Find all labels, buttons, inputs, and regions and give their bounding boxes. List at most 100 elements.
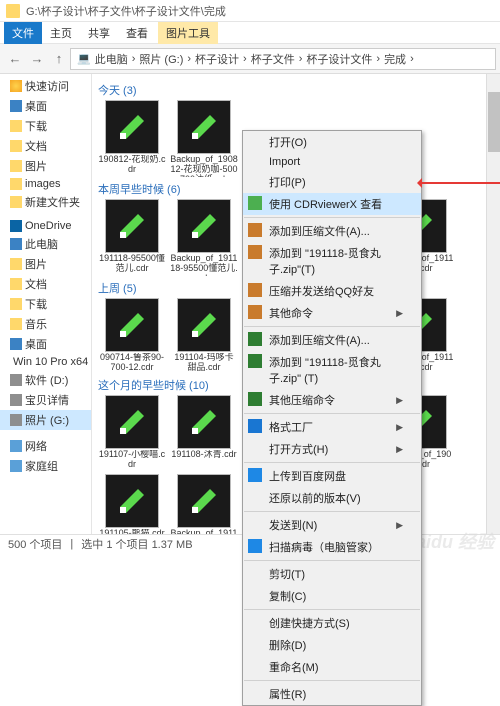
separator (244, 680, 420, 681)
separator (244, 217, 420, 218)
ctx-other-compress[interactable]: 其他压缩命令▶ (243, 389, 421, 411)
file-item[interactable]: Backup_of_191105-熊猫.cdr (170, 474, 238, 534)
ctx-properties[interactable]: 属性(R) (243, 683, 421, 705)
file-item[interactable]: 191104-玛哆卡甜品.cdr (170, 298, 238, 373)
ctx-add-archive-2[interactable]: 添加到压缩文件(A)... (243, 329, 421, 351)
back-button[interactable]: ← (4, 48, 26, 70)
drive-icon (10, 414, 22, 426)
label: 删除(D) (269, 637, 306, 653)
ctx-send-to[interactable]: 发送到(N)▶ (243, 514, 421, 536)
sidebar-item[interactable]: images (0, 176, 91, 192)
ctx-add-to-zip[interactable]: 添加到 "191118-觅食丸子.zip"(T) (243, 242, 421, 280)
file-item[interactable]: Backup_of_190812-花现奶咖-500700注纸.cdr (170, 100, 238, 177)
ctx-qq-send[interactable]: 压缩并发送给QQ好友 (243, 280, 421, 302)
forward-button[interactable]: → (26, 48, 48, 70)
label: 创建快捷方式(S) (269, 615, 350, 631)
ctx-cdrviewer[interactable]: 使用 CDRviewerX 查看 (243, 193, 421, 215)
label: 文档 (25, 276, 47, 292)
group-header[interactable]: 今天 (3) (98, 82, 494, 98)
file-item[interactable]: 191105-熊猫.cdr (98, 474, 166, 534)
chevron-right-icon: ▶ (396, 395, 403, 406)
ctx-open[interactable]: 打开(O) (243, 131, 421, 153)
tab-picture-tools[interactable]: 图片工具 (158, 22, 218, 44)
tab-view[interactable]: 查看 (118, 22, 156, 44)
ctx-add-to-zip-2[interactable]: 添加到 "191118-觅食丸子.zip" (T) (243, 351, 421, 389)
sidebar-quick-access[interactable]: 快速访问 (0, 76, 91, 96)
sidebar-item[interactable]: 文档 (0, 274, 91, 294)
ctx-baidu-upload[interactable]: 上传到百度网盘 (243, 465, 421, 487)
file-item[interactable]: 191108-沐青.cdr (170, 395, 238, 470)
breadcrumb[interactable]: 💻 此电脑› 照片 (G:)› 杯子设计› 杯子文件› 杯子设计文件› 完成› (70, 48, 496, 70)
sidebar-network[interactable]: 网络 (0, 436, 91, 456)
ctx-cut[interactable]: 剪切(T) (243, 563, 421, 585)
sidebar-item[interactable]: 桌面 (0, 96, 91, 116)
file-item[interactable]: 090714-鲁茶90-700-12.cdr (98, 298, 166, 373)
pc-icon: 💻 (77, 52, 91, 65)
file-name: Backup_of_191105-熊猫.cdr (170, 529, 238, 534)
folder-icon (10, 178, 22, 190)
file-item[interactable]: 191107-小樱喵.cdr (98, 395, 166, 470)
music-icon (10, 318, 22, 330)
sidebar-drive[interactable]: Win 10 Pro x64 (C:) (0, 354, 91, 370)
label: 家庭组 (25, 458, 58, 474)
file-thumb (105, 199, 159, 253)
crumb[interactable]: 杯子文件 (251, 51, 295, 67)
sidebar-item[interactable]: 文档 (0, 136, 91, 156)
sidebar-item[interactable]: 下载 (0, 116, 91, 136)
up-button[interactable]: ↑ (48, 48, 70, 70)
ctx-restore[interactable]: 还原以前的版本(V) (243, 487, 421, 509)
crumb[interactable]: 照片 (G:) (139, 51, 183, 67)
ctx-print[interactable]: 打印(P) (243, 171, 421, 193)
sidebar-item[interactable]: 图片 (0, 254, 91, 274)
sidebar-item[interactable]: 新建文件夹 (0, 192, 91, 212)
crumb[interactable]: 杯子设计文件 (306, 51, 372, 67)
scroll-thumb[interactable] (488, 92, 500, 152)
sidebar-drive[interactable]: 照片 (G:) (0, 410, 91, 430)
label: 属性(R) (269, 686, 306, 702)
scrollbar[interactable] (486, 74, 500, 534)
file-item[interactable]: Backup_of_191118-95500懂范儿.cdr (170, 199, 238, 276)
file-thumb (177, 395, 231, 449)
sidebar-drive[interactable]: 宝贝详情 (0, 390, 91, 410)
label: 格式工厂 (269, 419, 313, 435)
sidebar-item[interactable]: 图片 (0, 156, 91, 176)
label: 添加到压缩文件(A)... (269, 223, 370, 239)
file-item[interactable]: 191118-95500懂范儿.cdr (98, 199, 166, 276)
label: 扫描病毒（电脑管家） (269, 539, 379, 555)
label: 上传到百度网盘 (269, 468, 346, 484)
tab-file[interactable]: 文件 (4, 22, 42, 44)
ctx-rename[interactable]: 重命名(M) (243, 656, 421, 678)
sidebar-homegroup[interactable]: 家庭组 (0, 456, 91, 476)
folder-icon (6, 4, 20, 18)
tab-share[interactable]: 共享 (80, 22, 118, 44)
picture-icon (10, 160, 22, 172)
crumb[interactable]: 完成 (384, 51, 406, 67)
ctx-format-factory[interactable]: 格式工厂▶ (243, 416, 421, 438)
archive-icon (248, 354, 262, 368)
crumb[interactable]: 此电脑 (95, 51, 128, 67)
label: 添加到 "191118-觅食丸子.zip"(T) (269, 245, 403, 277)
ctx-add-archive[interactable]: 添加到压缩文件(A)... (243, 220, 421, 242)
address-toolbar: ← → ↑ 💻 此电脑› 照片 (G:)› 杯子设计› 杯子文件› 杯子设计文件… (0, 44, 500, 74)
sidebar-drive[interactable]: 软件 (D:) (0, 370, 91, 390)
ctx-shortcut[interactable]: 创建快捷方式(S) (243, 612, 421, 634)
sidebar-onedrive[interactable]: OneDrive (0, 218, 91, 234)
doc-icon (10, 140, 22, 152)
file-item[interactable]: 190812-花现奶.cdr (98, 100, 166, 177)
ctx-open-with[interactable]: 打开方式(H)▶ (243, 438, 421, 460)
ctx-copy[interactable]: 复制(C) (243, 585, 421, 607)
sidebar-thispc[interactable]: 此电脑 (0, 234, 91, 254)
archive-icon (248, 245, 262, 259)
ctx-import[interactable]: Import (243, 153, 421, 171)
sidebar-item[interactable]: 桌面 (0, 334, 91, 354)
ctx-other-cmd[interactable]: 其他命令▶ (243, 302, 421, 324)
ctx-delete[interactable]: 删除(D) (243, 634, 421, 656)
sidebar-item[interactable]: 下载 (0, 294, 91, 314)
tab-home[interactable]: 主页 (42, 22, 80, 44)
label: 发送到(N) (269, 517, 317, 533)
sidebar-item[interactable]: 音乐 (0, 314, 91, 334)
ctx-scan-virus[interactable]: 扫描病毒（电脑管家） (243, 536, 421, 558)
label: images (25, 178, 60, 190)
crumb[interactable]: 杯子设计 (195, 51, 239, 67)
window-path: G:\杯子设计\杯子文件\杯子设计文件\完成 (26, 3, 226, 19)
